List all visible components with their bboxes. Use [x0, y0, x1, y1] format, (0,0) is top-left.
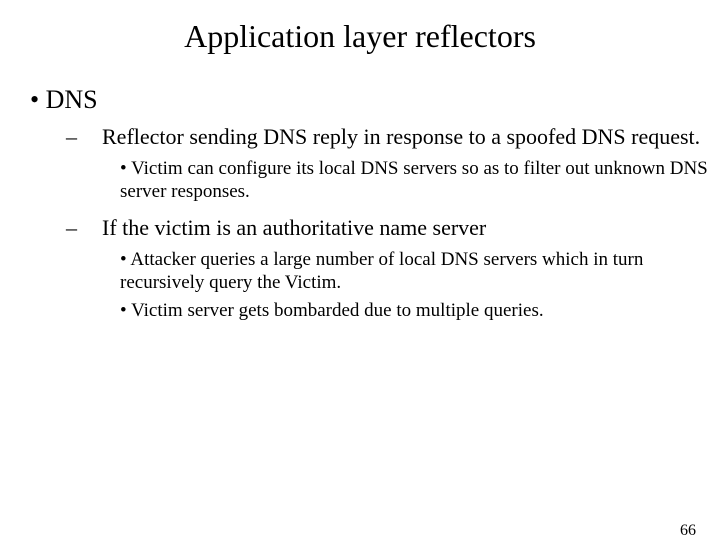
bullet-l3-attacker-text: Attacker queries a large number of local… — [120, 249, 643, 294]
bullet-l2-authoritative: –If the victim is an authoritative name … — [84, 214, 720, 323]
bullet-list-level3a: Victim can configure its local DNS serve… — [120, 157, 720, 205]
bullet-list-level3b: Attacker queries a large number of local… — [120, 248, 720, 323]
bullet-list-level2: –Reflector sending DNS reply in response… — [84, 123, 720, 323]
bullet-l3-attacker: Attacker queries a large number of local… — [120, 248, 720, 296]
bullet-l3-filter-text: Victim can configure its local DNS serve… — [120, 158, 708, 203]
bullet-l3-filter: Victim can configure its local DNS serve… — [120, 157, 720, 205]
bullet-l1-dns-text: DNS — [46, 85, 98, 114]
bullet-l3-bombarded-text: Victim server gets bombarded due to mult… — [131, 300, 544, 321]
bullet-l2-reflector: –Reflector sending DNS reply in response… — [84, 123, 720, 204]
slide-title: Application layer reflectors — [0, 18, 720, 55]
bullet-l1-dns: DNS –Reflector sending DNS reply in resp… — [30, 85, 720, 323]
bullet-l3-bombarded: Victim server gets bombarded due to mult… — [120, 299, 720, 323]
slide: Application layer reflectors DNS –Reflec… — [0, 18, 720, 558]
bullet-list-level1: DNS –Reflector sending DNS reply in resp… — [30, 85, 720, 323]
bullet-l2-reflector-text: Reflector sending DNS reply in response … — [102, 124, 700, 149]
bullet-l2-authoritative-text: If the victim is an authoritative name s… — [102, 215, 486, 240]
page-number: 66 — [680, 522, 696, 540]
